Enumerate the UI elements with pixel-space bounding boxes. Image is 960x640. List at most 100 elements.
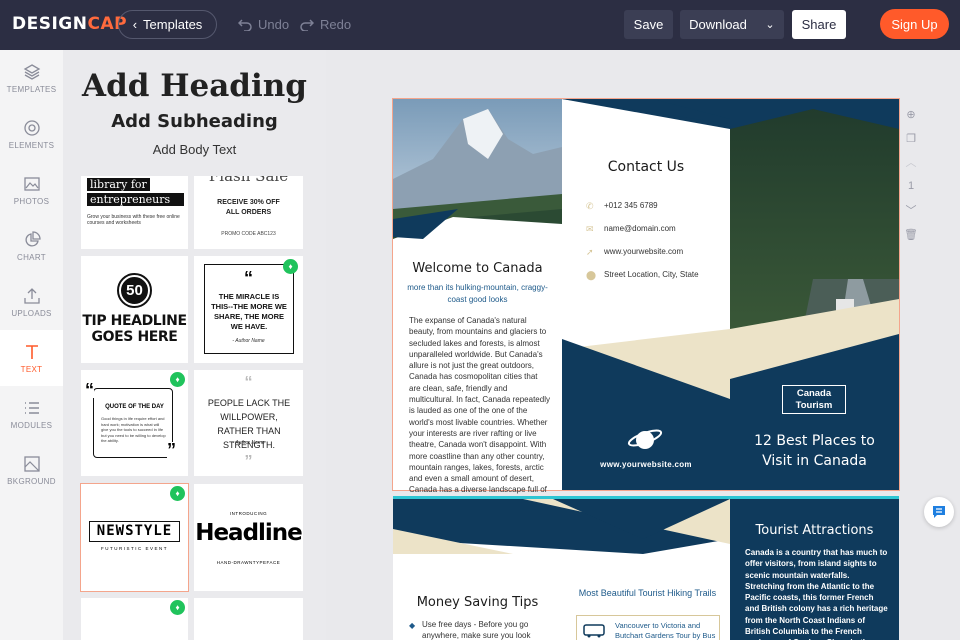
premium-badge-icon: ♦ [283,259,298,274]
templates-back-button[interactable]: ‹ Templates [118,10,217,39]
text-template-card[interactable]: INTRODUCING Headline HAND-DRAWNTYPEFACE [194,484,303,591]
text-template-card[interactable]: 50 TIP HEADLINE GOES HERE [81,256,188,363]
template-text: PROMO CODE ABC123 [221,231,276,237]
location-icon: ⬤ [586,270,597,280]
contact-title[interactable]: Contact Us [562,159,730,175]
list-icon [24,401,39,414]
diamond-bullet-icon: ◆ [409,621,416,630]
welcome-title[interactable]: Welcome to Canada [393,261,562,276]
sidebar-item-label: BKGROUND [7,476,56,486]
template-text: ALL ORDERS [225,209,272,216]
sidebar-item-modules[interactable]: MODULES [0,386,63,442]
text-template-card[interactable]: library for entrepreneurs Grow your busi… [81,176,188,249]
template-text: QUOTE OF THE DAY [105,404,164,410]
text-template-card[interactable]: “ PEOPLE LACK THE WILLPOWER, RATHER THAN… [194,370,303,476]
premium-badge-icon: ♦ [170,600,185,615]
chat-support-button[interactable] [924,497,954,527]
undo-button[interactable]: Undo [238,17,289,32]
add-page-icon[interactable]: ⊕ [904,102,918,126]
best-places-line: Visit in Canada [762,453,867,469]
sidebar-item-label: UPLOADS [11,308,52,318]
elements-icon [23,119,40,136]
money-tips-title[interactable]: Money Saving Tips [393,595,562,610]
redo-icon [300,18,314,31]
share-button[interactable]: Share [792,10,846,39]
quote-mark-icon: “ [244,374,253,391]
cursor-icon: ➚ [586,247,594,257]
hiking-trails-title[interactable]: Most Beautiful Tourist Hiking Trails [565,588,730,598]
save-button[interactable]: Save [624,10,673,39]
sidebar-item-templates[interactable]: TEMPLATES [0,50,63,106]
welcome-subtitle[interactable]: more than its hulking-mountain, craggy-c… [407,282,548,305]
download-button[interactable]: Download ⌄ [680,10,784,39]
premium-badge-icon: ♦ [170,486,185,501]
top-bar: DESIGNCAP ‹ Templates Undo Redo Save Dow… [0,0,960,50]
sidebar-item-text[interactable]: TEXT [0,330,63,386]
canada-tourism-line: Canada [796,388,832,399]
sidebar-item-photos[interactable]: PHOTOS [0,162,63,218]
contact-website[interactable]: www.yourwebsite.com [604,247,683,256]
template-text: library for [87,178,150,191]
sidebar: TEMPLATES ELEMENTS PHOTOS CHART UPLOADS … [0,50,63,640]
templates-button-label: Templates [143,17,203,32]
chevron-left-icon: ‹ [132,17,138,32]
chat-icon [933,506,945,518]
attractions-body[interactable]: Canada is a country that has much to off… [745,547,889,640]
bus-icon [583,624,605,638]
sidebar-item-chart[interactable]: CHART [0,218,63,274]
footer-url[interactable]: www.yourwebsite.com [562,460,730,469]
hiking-trail-item[interactable]: Vancouver to Victoria and Butchart Garde… [576,615,720,640]
pie-chart-icon [24,230,41,247]
move-up-icon[interactable]: ︿ [904,150,918,174]
image-icon [23,176,40,191]
logo[interactable]: DESIGNCAP [12,14,127,34]
template-text: RECEIVE 30% OFF [217,199,280,206]
phone-icon: ✆ [586,201,594,211]
welcome-body[interactable]: The expanse of Canada's natural beauty, … [409,315,551,507]
add-heading-button[interactable]: Add Heading [63,68,326,104]
signup-button[interactable]: Sign Up [880,9,949,39]
quote-mark-icon: ” [167,440,176,460]
text-panel: Add Heading Add Subheading Add Body Text… [63,50,326,640]
email-icon: ✉ [586,224,594,234]
contact-address[interactable]: Street Location, City, State [604,270,699,279]
text-template-card[interactable] [194,598,303,640]
design-canvas[interactable]: Welcome to Canada more than its hulking-… [326,50,960,640]
sidebar-item-label: TEXT [20,364,43,374]
canada-tourism-box[interactable]: Canada Tourism [782,385,846,414]
delete-page-icon[interactable]: 🗑 [904,222,918,246]
move-down-icon[interactable]: ﹀ [904,198,918,222]
quote-mark-icon: ” [244,453,253,470]
attractions-title[interactable]: Tourist Attractions [730,523,899,538]
sidebar-item-label: TEMPLATES [6,84,57,94]
add-body-text-button[interactable]: Add Body Text [63,142,326,157]
duplicate-page-icon[interactable]: ❐ [904,126,918,150]
text-template-card[interactable]: “ QUOTE OF THE DAY Good things in life r… [81,370,188,476]
template-text: HAND-DRAWNTYPEFACE [216,560,281,565]
sidebar-item-uploads[interactable]: UPLOADS [0,274,63,330]
text-template-card[interactable]: NEWSTYLE FUTURISTIC EVENT [80,483,189,592]
chevron-down-icon[interactable]: ⌄ [756,18,784,31]
sidebar-item-elements[interactable]: ELEMENTS [0,106,63,162]
best-places-title[interactable]: 12 Best Places to Visit in Canada [730,431,899,471]
contact-email[interactable]: name@domain.com [604,224,676,233]
sidebar-item-label: MODULES [10,420,53,430]
text-template-card[interactable]: Flash Sale RECEIVE 30% OFF ALL ORDERS PR… [194,176,303,249]
template-text: Good things in life require effort and h… [101,416,166,443]
redo-button[interactable]: Redo [300,17,351,32]
page-number: 1 [907,180,915,192]
template-text: FUTURISTIC EVENT [100,546,168,551]
money-tip-item[interactable]: Use free days - Before you go anywhere, … [422,619,540,640]
brochure-page-1[interactable]: Welcome to Canada more than its hulking-… [392,98,900,506]
brochure-page-2[interactable]: Money Saving Tips ◆ Use free days - Befo… [393,496,899,640]
upload-icon [23,287,40,304]
contact-phone[interactable]: +012 345 6789 [604,201,658,210]
sidebar-item-background[interactable]: BKGROUND [0,442,63,498]
page-tools: ⊕ ❐ ︿ 1 ﹀ 🗑 [904,102,918,246]
layers-icon [23,63,40,80]
template-text: entrepreneurs [87,193,184,206]
template-text: GOES HERE [91,329,178,345]
add-subheading-button[interactable]: Add Subheading [63,111,326,132]
template-text: Flash Sale [208,176,289,185]
download-label: Download [689,17,747,32]
